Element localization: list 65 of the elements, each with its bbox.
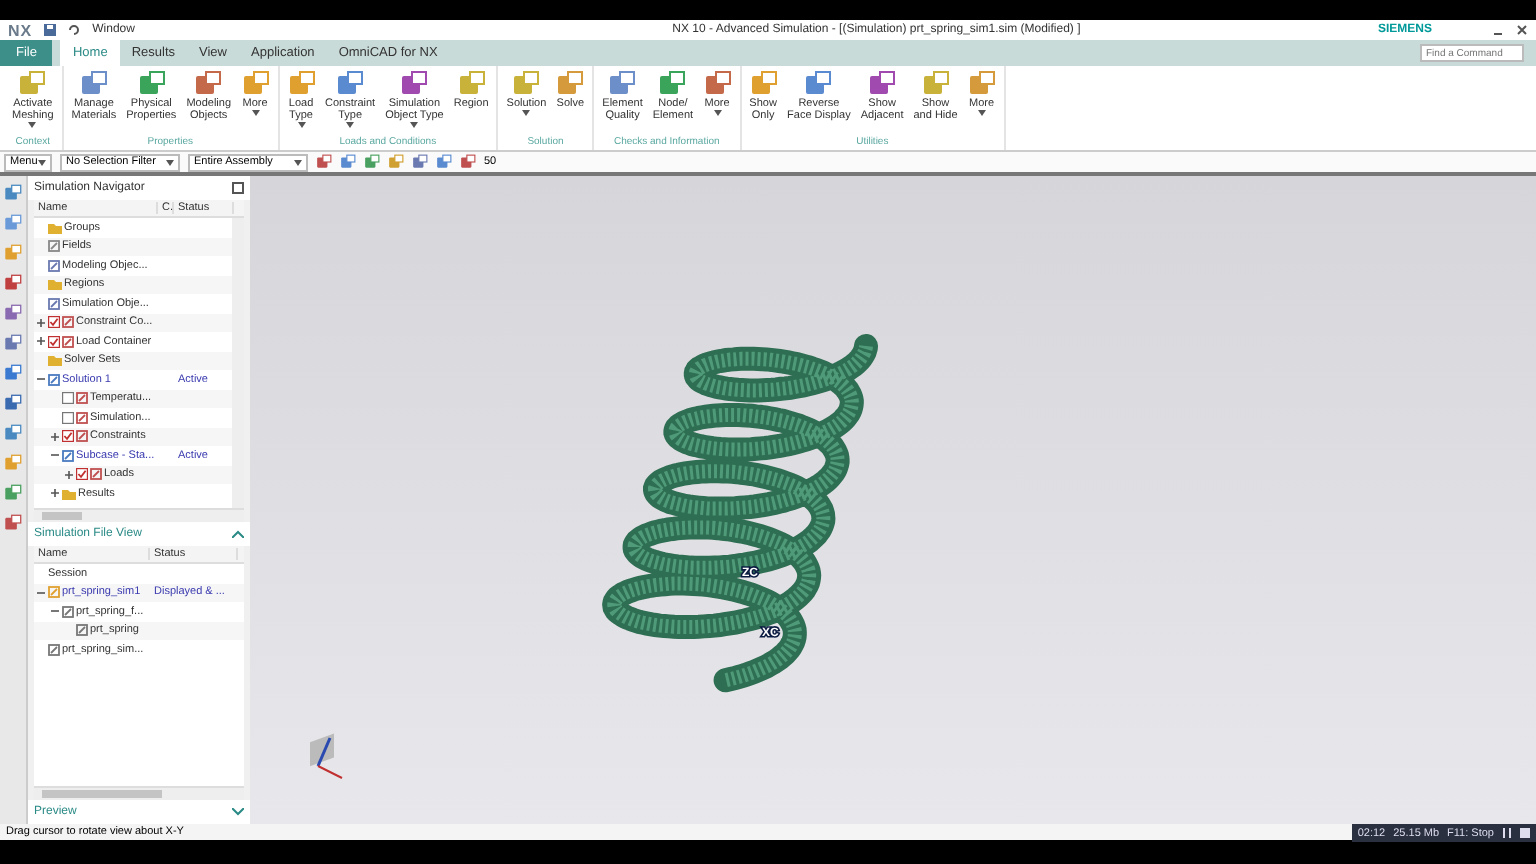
node-icon: [90, 468, 102, 481]
collapse-icon[interactable]: [50, 606, 60, 617]
checkbox[interactable]: [48, 335, 60, 348]
tool-icon: [4, 484, 22, 502]
expand-icon[interactable]: [50, 488, 60, 499]
node-icon: [62, 605, 74, 618]
node-icon: [48, 297, 60, 310]
pause-icon[interactable]: [1502, 828, 1512, 838]
caret-icon: [294, 159, 302, 165]
tool-icon: [4, 244, 22, 262]
collapse-icon[interactable]: [36, 374, 46, 385]
expand-icon[interactable]: [36, 317, 46, 328]
caret-icon: [297, 122, 306, 128]
node-icon: [76, 430, 88, 443]
collapse-icon[interactable]: [36, 587, 46, 598]
caret-icon: [28, 122, 37, 128]
tool-icon: [4, 184, 22, 202]
caret-icon: [522, 110, 531, 116]
expand-icon[interactable]: [232, 808, 244, 816]
tool-icon: [4, 214, 22, 232]
node-icon: [48, 240, 60, 253]
tool-icon: [4, 454, 22, 472]
node-icon: [48, 259, 60, 272]
scrollbar[interactable]: [34, 786, 244, 800]
save-icon[interactable]: [44, 24, 57, 36]
node-icon: [62, 449, 74, 462]
expand-icon[interactable]: [50, 431, 60, 442]
caret-icon: [38, 159, 46, 165]
expand-icon[interactable]: [36, 336, 46, 347]
collapse-icon[interactable]: [50, 450, 60, 461]
collapse-icon[interactable]: [232, 530, 244, 538]
scrollbar[interactable]: [232, 218, 244, 508]
checkbox[interactable]: [76, 468, 88, 481]
scrollbar[interactable]: [34, 508, 244, 522]
tool-icon: [4, 304, 22, 322]
node-icon: [62, 335, 74, 348]
expand-icon[interactable]: [64, 469, 74, 480]
node-icon: [76, 411, 88, 424]
node-icon: [48, 373, 60, 386]
caret-icon: [977, 110, 986, 116]
node-icon: [62, 316, 74, 329]
caret-icon: [713, 110, 722, 116]
caret-icon: [346, 122, 355, 128]
caret-icon: [410, 122, 419, 128]
checkbox[interactable]: [62, 392, 74, 405]
tool-icon: [4, 334, 22, 352]
tool-icon: [4, 394, 22, 412]
caret-icon: [166, 159, 174, 165]
caret-icon: [251, 110, 260, 116]
undo-icon[interactable]: [68, 24, 81, 36]
close-icon[interactable]: [1516, 24, 1528, 36]
tool-icon: [4, 424, 22, 442]
tool-icon: [4, 364, 22, 382]
app-logo: NX: [8, 21, 33, 39]
checkbox[interactable]: [48, 316, 60, 329]
checkbox[interactable]: [62, 411, 74, 424]
tool-icon: [4, 274, 22, 292]
node-icon: [48, 586, 60, 599]
node-icon: [48, 643, 60, 656]
checkbox[interactable]: [62, 430, 74, 443]
maximize-icon[interactable]: [232, 182, 244, 194]
tool-icon: [4, 514, 22, 532]
axis-triad-icon: [310, 733, 343, 779]
node-icon: [76, 624, 88, 637]
node-icon: [76, 392, 88, 405]
